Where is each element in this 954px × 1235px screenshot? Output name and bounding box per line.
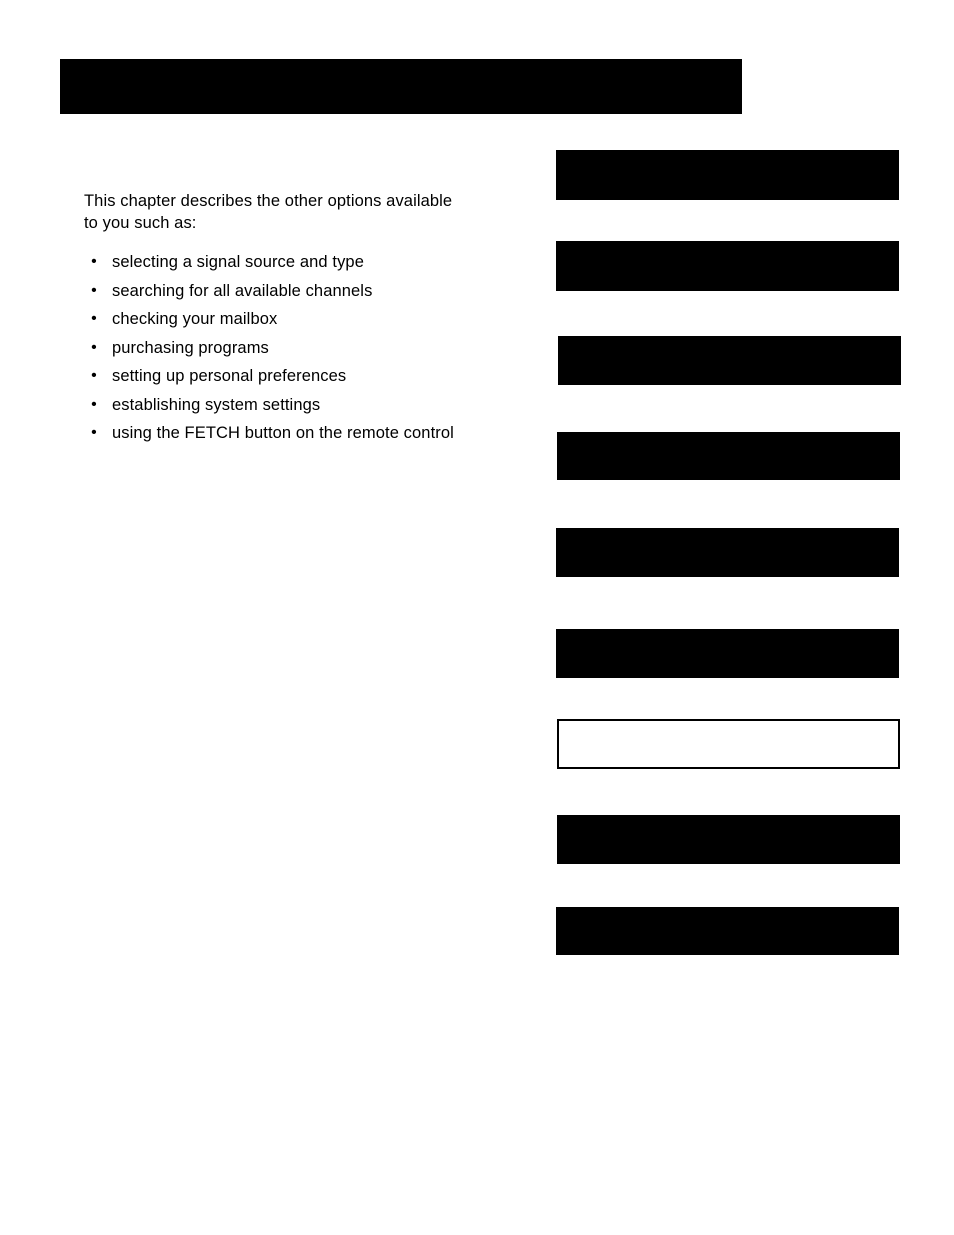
redacted-block-1 [556,150,899,200]
bullet-icon: • [91,310,97,327]
list-item-label: purchasing programs [112,338,269,357]
bullet-icon: • [91,367,97,384]
list-item-label: setting up personal preferences [112,367,347,385]
list-item-label: selecting a signal source and type [112,253,364,271]
list-item: • checking your mailbox [84,309,484,329]
list-item: • searching for all available channels [84,281,484,301]
list-item-label: establishing system settings [112,395,321,414]
redacted-block-3 [558,336,901,385]
list-item: • establishing system settings [84,395,484,415]
redacted-block-6 [556,629,899,678]
intro-line-2: to you such as: [84,214,197,232]
chapter-title-bar [60,59,742,114]
document-page: This chapter describes the other options… [0,0,954,1235]
body-text-column: This chapter describes the other options… [84,190,484,452]
list-item: • selecting a signal source and type [84,252,484,272]
bullet-icon: • [91,253,97,270]
redacted-block-2 [556,241,899,291]
options-bullet-list: • selecting a signal source and type • s… [84,252,484,443]
bullet-icon: • [91,395,97,413]
list-item-label: checking your mailbox [112,310,278,328]
redacted-block-9 [556,907,899,955]
redacted-block-4 [557,432,900,480]
redacted-block-8 [557,815,900,864]
intro-paragraph: This chapter describes the other options… [84,190,484,234]
outlined-empty-box [557,719,900,769]
bullet-icon: • [91,281,97,299]
list-item-label: searching for all available channels [112,281,373,300]
list-item: • using the FETCH button on the remote c… [84,423,484,443]
list-item: • setting up personal preferences [84,366,484,386]
bullet-icon: • [91,424,97,441]
list-item-label: using the FETCH button on the remote con… [112,424,454,442]
redacted-block-5 [556,528,899,577]
list-item: • purchasing programs [84,338,484,358]
intro-line-1: This chapter describes the other options… [84,192,453,210]
bullet-icon: • [91,338,97,356]
